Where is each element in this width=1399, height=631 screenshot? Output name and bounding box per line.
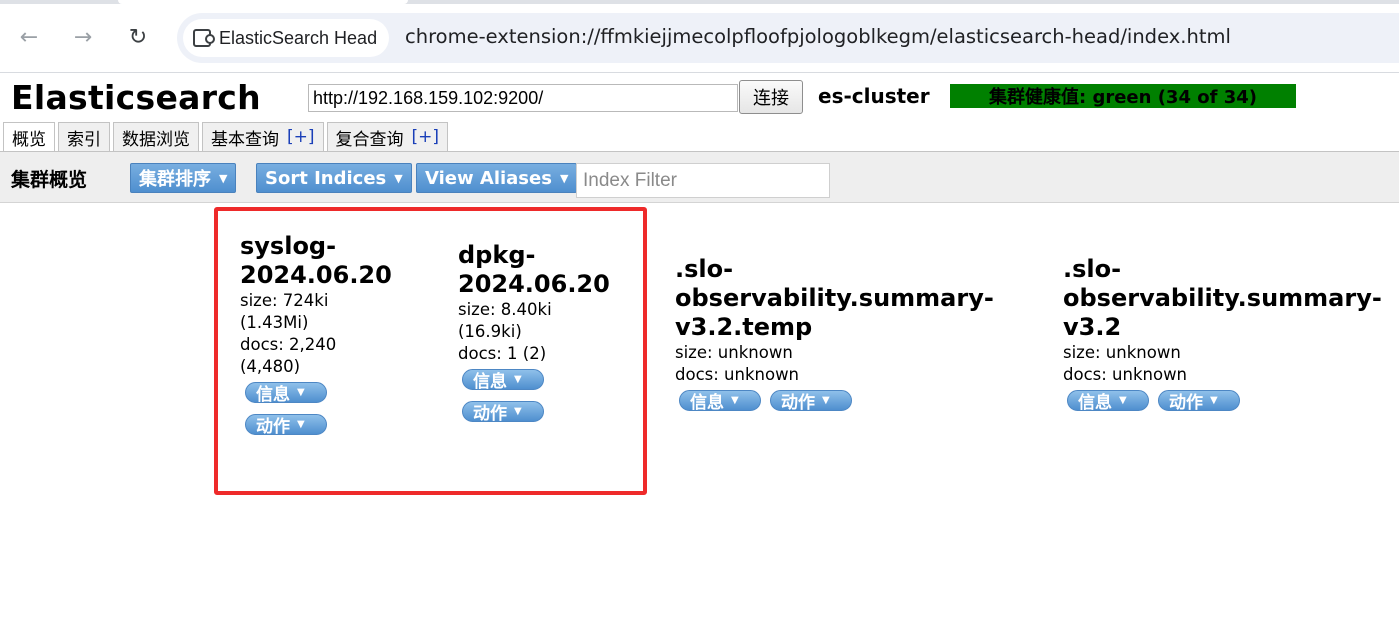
- index-docs-line: docs: unknown: [1063, 365, 1188, 384]
- button-label: 动作: [1169, 393, 1203, 413]
- view-aliases-button[interactable]: View Aliases ▼: [416, 163, 578, 193]
- info-menu-button[interactable]: 信息 ▼: [1067, 390, 1149, 413]
- chevron-down-icon: ▼: [559, 171, 569, 185]
- cluster-url-input[interactable]: [308, 84, 738, 112]
- index-card: .slo- observability.summary- v3.2.temp s…: [675, 255, 1015, 413]
- index-name-line: .slo-: [675, 255, 734, 283]
- add-tab-link[interactable]: [+]: [287, 127, 315, 147]
- chevron-down-icon: ▼: [1119, 395, 1127, 406]
- extension-icon: [193, 29, 215, 47]
- tab-label: 数据浏览: [122, 129, 190, 150]
- chevron-down-icon: ▼: [731, 395, 739, 406]
- chevron-down-icon: ▼: [394, 171, 403, 185]
- index-size: size: unknown: [675, 342, 1015, 364]
- tab-label: 概览: [12, 130, 46, 150]
- sort-indices-button[interactable]: Sort Indices ▼: [256, 163, 412, 193]
- cluster-health-badge: 集群健康值: green (34 of 34): [950, 84, 1296, 108]
- button-label: Sort Indices: [265, 167, 387, 189]
- index-filter-input[interactable]: [576, 163, 830, 198]
- button-label: View Aliases: [425, 167, 552, 189]
- site-info-chip[interactable]: ElasticSearch Head: [183, 19, 390, 57]
- info-menu-button[interactable]: 信息 ▼: [679, 390, 761, 413]
- tab-label: 基本查询: [211, 129, 279, 150]
- index-docs: docs: unknown: [1063, 364, 1399, 386]
- sort-cluster-button[interactable]: 集群排序 ▼: [130, 163, 237, 193]
- button-label: 动作: [781, 393, 815, 413]
- main-tabs: 概览 索引 数据浏览 基本查询 [+] 复合查询 [+]: [3, 122, 449, 152]
- tab-basic-query[interactable]: 基本查询 [+]: [202, 122, 324, 151]
- address-bar[interactable]: ElasticSearch Head chrome-extension://ff…: [177, 13, 1399, 63]
- reload-icon[interactable]: ↻: [123, 22, 153, 52]
- back-icon[interactable]: ←: [14, 22, 44, 52]
- highlight-annotation: [214, 207, 647, 495]
- address-text[interactable]: chrome-extension://ffmkiejjmecolpfloofpj…: [405, 25, 1231, 48]
- tab-label: 索引: [67, 129, 101, 150]
- tab-indices[interactable]: 索引: [58, 122, 110, 151]
- button-label: 信息: [1078, 393, 1112, 413]
- index-name-line: observability.summary-: [1063, 284, 1382, 312]
- action-menu-button[interactable]: 动作 ▼: [1158, 390, 1240, 413]
- site-chip-label: ElasticSearch Head: [219, 27, 378, 48]
- index-name: .slo- observability.summary- v3.2: [1063, 255, 1399, 342]
- tab-strip: [0, 0, 1399, 4]
- toolbar-title: 集群概览: [11, 169, 88, 191]
- index-card: .slo- observability.summary- v3.2 size: …: [1063, 255, 1399, 413]
- cluster-name: es-cluster: [818, 84, 930, 108]
- index-size: size: unknown: [1063, 342, 1399, 364]
- browser-toolbar: ← → ↻ ElasticSearch Head chrome-extensio…: [0, 0, 1399, 73]
- index-name-line: .slo-: [1063, 255, 1122, 283]
- index-name-line: v3.2.temp: [675, 313, 813, 341]
- add-tab-link[interactable]: [+]: [412, 127, 440, 147]
- index-size-line: size: unknown: [675, 343, 793, 362]
- tab-browser[interactable]: 数据浏览: [113, 122, 199, 151]
- tab-label: 复合查询: [335, 129, 404, 150]
- index-docs: docs: unknown: [675, 364, 1015, 386]
- button-label: 集群排序: [139, 169, 211, 190]
- index-name: .slo- observability.summary- v3.2.temp: [675, 255, 1015, 342]
- connect-button[interactable]: 连接: [739, 80, 803, 114]
- chevron-down-icon: ▼: [1210, 395, 1218, 406]
- chevron-down-icon: ▼: [822, 395, 830, 406]
- tab-overview[interactable]: 概览: [3, 122, 55, 152]
- tab-compound-query[interactable]: 复合查询 [+]: [326, 122, 449, 151]
- index-name-line: observability.summary-: [675, 284, 994, 312]
- app-title: Elasticsearch: [11, 78, 261, 117]
- forward-icon[interactable]: →: [68, 22, 98, 52]
- index-name-line: v3.2: [1063, 313, 1122, 341]
- index-docs-line: docs: unknown: [675, 365, 800, 384]
- chevron-down-icon: ▼: [219, 171, 228, 185]
- action-menu-button[interactable]: 动作 ▼: [770, 390, 852, 413]
- index-size-line: size: unknown: [1063, 343, 1181, 362]
- button-label: 信息: [690, 393, 724, 413]
- overview-toolbar: 集群概览 集群排序 ▼ Sort Indices ▼ View Aliases ▼: [0, 151, 1399, 203]
